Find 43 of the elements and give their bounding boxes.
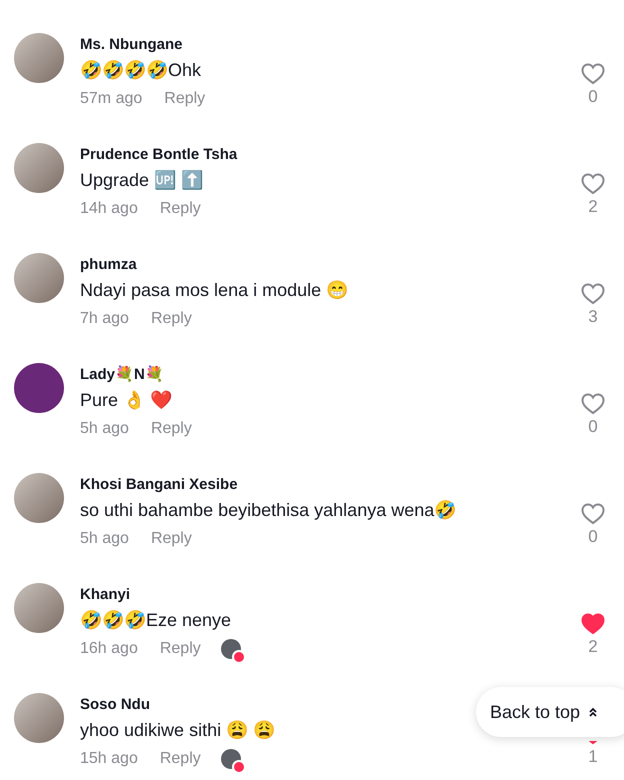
comment-time: 57m ago (80, 89, 142, 109)
like-count: 0 (588, 87, 598, 107)
avatar-circle[interactable] (14, 363, 64, 413)
heart-icon[interactable] (581, 173, 605, 195)
comment-author[interactable]: Lady💐N💐 (80, 365, 164, 385)
comment-time: 5h ago (80, 529, 129, 549)
comment-author[interactable]: Soso Ndu (80, 695, 150, 715)
avatar-photo-placeholder[interactable] (14, 33, 64, 83)
comment-text: 🤣🤣🤣🤣Ohk (80, 59, 202, 82)
comment-time: 15h ago (80, 749, 138, 769)
avatar-photo-placeholder[interactable] (14, 583, 64, 633)
like-count: 0 (588, 417, 598, 437)
back-to-top-button[interactable]: Back to top (476, 687, 624, 737)
comment-time: 5h ago (80, 419, 129, 439)
comment-text: Pure 👌 ❤ (80, 389, 172, 412)
like-count: 0 (588, 527, 598, 547)
comment-author[interactable]: phumza (80, 255, 137, 275)
like-count: 3 (588, 307, 598, 327)
heart-icon[interactable] (581, 503, 605, 525)
heart-icon[interactable] (581, 63, 605, 85)
heart-icon[interactable] (581, 393, 605, 415)
like-count: 2 (588, 637, 598, 657)
double-chevron-up-icon (588, 707, 598, 717)
avatar-photo-placeholder[interactable] (14, 693, 64, 743)
comment-author[interactable]: Khosi Bangani Xesibe (80, 475, 238, 495)
comment-text: Upgrade 🆙 ⬆ (80, 169, 204, 192)
comment-text: so uthi bahambe beyibethisa yahlanya wena🤣 (80, 499, 456, 522)
avatar-photo-placeholder[interactable] (14, 473, 64, 523)
comment-time: 14h ago (80, 199, 138, 219)
comment-time: 7h ago (80, 309, 129, 329)
comment-author[interactable]: Prudence Bontle Tsha (80, 145, 238, 165)
avatar-photo-placeholder[interactable] (14, 143, 64, 193)
comment-author[interactable]: Khanyi (80, 585, 130, 605)
comment-text: yhoo udikiwe sithi 😩 😩 (80, 719, 276, 742)
heart-icon[interactable] (581, 613, 605, 635)
like-count: 2 (588, 197, 598, 217)
avatar-photo-placeholder[interactable] (14, 253, 64, 303)
like-count: 1 (588, 747, 598, 767)
comment-author[interactable]: Ms. Nbungane (80, 35, 183, 55)
heart-icon[interactable] (581, 283, 605, 305)
comment-time: 16h ago (80, 639, 138, 659)
comment-text: 🤣🤣🤣Eze nenye (80, 609, 232, 632)
comment-text: Ndayi pasa mos lena i module 😁 (80, 279, 348, 302)
